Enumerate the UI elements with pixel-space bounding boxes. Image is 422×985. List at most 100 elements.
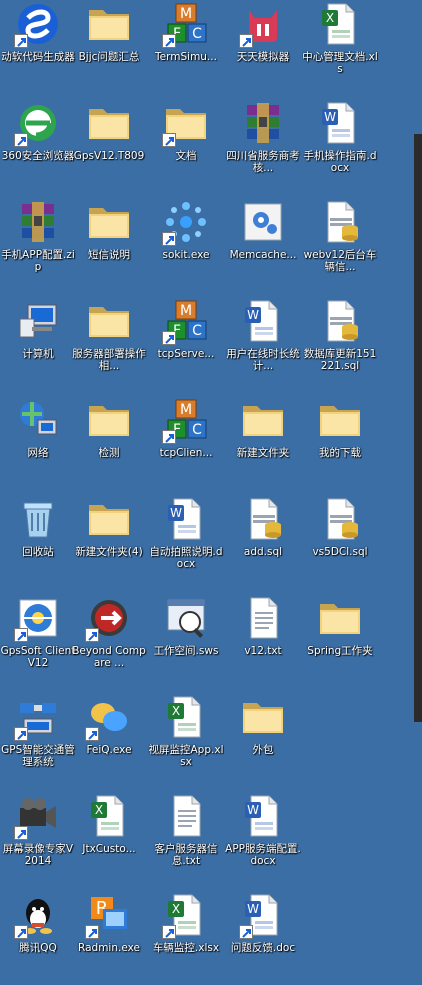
desktop-icon[interactable]: 计算机 — [0, 297, 76, 391]
text-file-icon — [239, 594, 287, 642]
desktop-icon[interactable]: vs5DCl.sql — [302, 495, 378, 589]
desktop-icon[interactable]: GpsSoft Client V12 — [0, 594, 76, 688]
folder-icon — [85, 396, 133, 444]
desktop-icon[interactable]: 短信说明 — [71, 198, 147, 292]
desktop-icon[interactable]: W 用户在线时长统计... — [225, 297, 301, 391]
desktop-icon[interactable]: 客户服务器信息.txt — [148, 792, 224, 886]
folder-icon — [316, 396, 364, 444]
desktop-icon[interactable]: Bjjc问题汇总 — [71, 0, 147, 94]
desktop-icon-label: Memcache... — [229, 249, 297, 261]
desktop-icon[interactable]: R Radmin.exe — [71, 891, 147, 985]
desktop-icon[interactable]: v12.txt — [225, 594, 301, 688]
desktop-icon[interactable]: X 中心管理文档.xls — [302, 0, 378, 94]
desktop-icon[interactable]: 数据库更新151221.sql — [302, 297, 378, 391]
desktop-icon[interactable] — [302, 891, 378, 985]
folder-icon — [162, 99, 210, 147]
desktop-icon[interactable]: 新建文件夹 — [225, 396, 301, 490]
sql-file-icon — [316, 297, 364, 345]
recycle-bin-icon — [14, 495, 62, 543]
desktop-icon[interactable]: M F C tcpServe... — [148, 297, 224, 391]
desktop-icon-label: 四川省服务商考核... — [226, 150, 300, 174]
text-file-icon — [162, 792, 210, 840]
desktop-icon[interactable]: 手机APP配置.zip — [0, 198, 76, 292]
svg-text:C: C — [192, 422, 202, 438]
desktop-icon[interactable]: 服务器部署操作相... — [71, 297, 147, 391]
desktop-icon-label: webv12后台车辆信... — [303, 249, 377, 273]
gear-settings-icon — [239, 198, 287, 246]
desktop-icon-label: 服务器部署操作相... — [72, 348, 146, 372]
desktop-icon[interactable]: Spring工作夹 — [302, 594, 378, 688]
desktop-icon[interactable]: 我的下载 — [302, 396, 378, 490]
desktop-icon-label: Beyond Compare ... — [72, 645, 146, 669]
desktop-icon[interactable]: 腾讯QQ — [0, 891, 76, 985]
desktop-icon[interactable]: W 自动拍照说明.docx — [148, 495, 224, 589]
gpssoft-icon — [14, 594, 62, 642]
shortcut-arrow-icon — [239, 34, 253, 48]
desktop-scrollbar[interactable] — [414, 134, 422, 722]
desktop-icon[interactable]: 检测 — [71, 396, 147, 490]
desktop-icon[interactable]: Beyond Compare ... — [71, 594, 147, 688]
desktop-icon[interactable]: X 车辆监控.xlsx — [148, 891, 224, 985]
folder-icon — [85, 396, 133, 444]
winrar-icon — [239, 99, 287, 147]
desktop-icon-label: 中心管理文档.xls — [302, 51, 378, 75]
workspace-file-icon — [162, 594, 210, 642]
folder-icon — [85, 0, 133, 48]
svg-text:X: X — [172, 704, 180, 718]
desktop-icon[interactable] — [302, 693, 378, 787]
word-doc-icon: W — [239, 297, 287, 345]
folder-icon — [316, 594, 364, 642]
desktop-icon[interactable]: webv12后台车辆信... — [302, 198, 378, 292]
svg-text:C: C — [192, 26, 202, 42]
desktop-icon[interactable]: 工作空间.sws — [148, 594, 224, 688]
desktop-icon-label: 视屏监控App.xlsx — [148, 744, 224, 768]
word-doc-icon: W — [162, 495, 210, 543]
desktop-icon-label: 数据库更新151221.sql — [303, 348, 377, 372]
qq-penguin-icon — [14, 891, 62, 939]
desktop-icon[interactable]: X 视屏监控App.xlsx — [148, 693, 224, 787]
desktop-icon[interactable]: GPS智能交通管理系统 — [0, 693, 76, 787]
desktop-icon[interactable]: 外包 — [225, 693, 301, 787]
shortcut-arrow-icon — [14, 34, 28, 48]
desktop-icon[interactable]: W 手机操作指南.docx — [302, 99, 378, 193]
desktop-icon[interactable] — [302, 792, 378, 886]
desktop-icon[interactable]: add.sql — [225, 495, 301, 589]
folder-icon — [85, 99, 133, 147]
folder-icon — [85, 495, 133, 543]
desktop-icon[interactable]: W 问题反馈.doc — [225, 891, 301, 985]
desktop-icon[interactable]: 回收站 — [0, 495, 76, 589]
desktop[interactable]: 动软代码生成器 Bjjc问题汇总 M F C TermSimu... 天天模拟器… — [0, 0, 422, 979]
word-doc-icon: W — [239, 297, 287, 345]
excel-doc-icon: X — [162, 693, 210, 741]
desktop-icon[interactable]: 网络 — [0, 396, 76, 490]
desktop-icon-label: 外包 — [252, 744, 274, 756]
sql-file-icon — [316, 297, 364, 345]
excel-doc-icon: X — [162, 891, 210, 939]
desktop-icon-label: v12.txt — [244, 645, 282, 657]
folder-icon — [85, 297, 133, 345]
desktop-icon[interactable]: 360安全浏览器 — [0, 99, 76, 193]
desktop-icon[interactable]: sokit.exe — [148, 198, 224, 292]
desktop-icon[interactable]: 新建文件夹(4) — [71, 495, 147, 589]
desktop-icon[interactable]: X JtxCusto... — [71, 792, 147, 886]
folder-icon — [239, 693, 287, 741]
word-doc-icon: W — [162, 495, 210, 543]
desktop-icon[interactable]: M F C TermSimu... — [148, 0, 224, 94]
desktop-icon[interactable]: Memcache... — [225, 198, 301, 292]
desktop-icon[interactable]: 文档 — [148, 99, 224, 193]
desktop-icon-label: 网络 — [27, 447, 49, 459]
desktop-icon[interactable]: FeiQ.exe — [71, 693, 147, 787]
sql-file-icon — [316, 198, 364, 246]
desktop-icon[interactable]: GpsV12.T809 — [71, 99, 147, 193]
desktop-icon[interactable]: 天天模拟器 — [225, 0, 301, 94]
desktop-icon[interactable]: 四川省服务商考核... — [225, 99, 301, 193]
sql-file-icon — [316, 495, 364, 543]
text-file-icon — [239, 594, 287, 642]
desktop-icon[interactable]: 屏幕录像专家V2014 — [0, 792, 76, 886]
desktop-icon[interactable]: 动软代码生成器 — [0, 0, 76, 94]
tiantian-emulator-icon — [239, 0, 287, 48]
empty-icon — [316, 792, 364, 840]
desktop-icon-label: APP服务端配置.docx — [225, 843, 301, 867]
desktop-icon[interactable]: W APP服务端配置.docx — [225, 792, 301, 886]
desktop-icon[interactable]: M F C tcpClien... — [148, 396, 224, 490]
